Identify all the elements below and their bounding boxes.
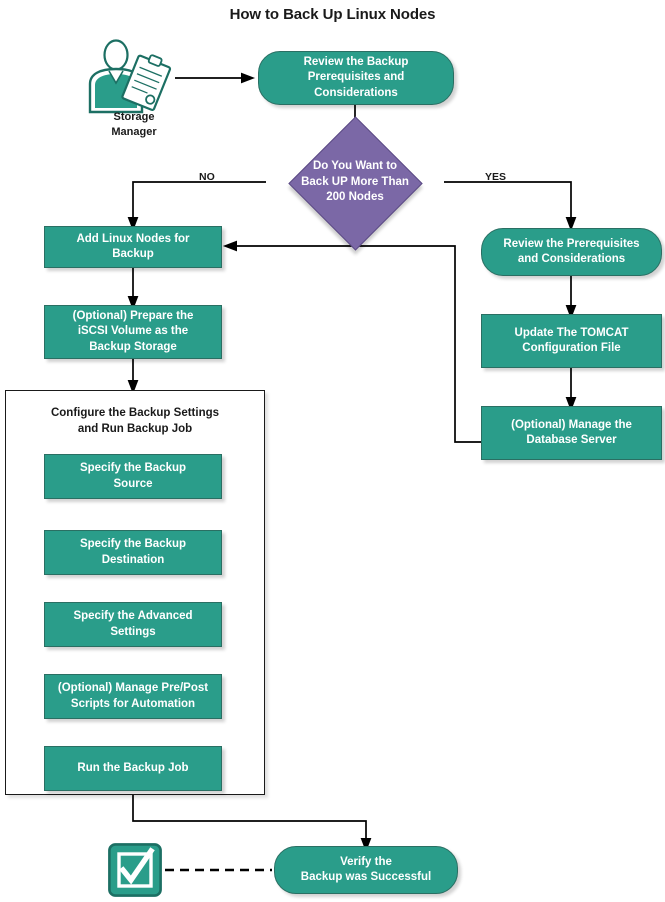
node-line2: Database Server bbox=[526, 434, 617, 446]
node-manage-pre-post-scripts[interactable]: (Optional) Manage Pre/Post Scripts for A… bbox=[44, 674, 222, 719]
checkbox-checked-icon bbox=[108, 843, 162, 897]
storage-manager-actor: Storage Manager bbox=[82, 38, 186, 138]
node-line1: Update The TOMCAT bbox=[514, 326, 629, 339]
node-line1: Review the Backup bbox=[303, 56, 409, 69]
node-line1: Run the Backup Job bbox=[77, 761, 189, 774]
node-line1: Specify the Advanced bbox=[73, 610, 193, 623]
node-line1: (Optional) Manage the bbox=[511, 418, 632, 431]
node-line1: (Optional) Prepare the bbox=[72, 310, 194, 323]
node-specify-backup-source[interactable]: Specify the Backup Source bbox=[44, 454, 222, 499]
edge-database-back-to-addnodes bbox=[222, 240, 481, 443]
group-label: Configure the Backup Settings and Run Ba… bbox=[5, 406, 265, 437]
node-line1: Specify the Backup bbox=[79, 538, 187, 551]
node-specify-backup-destination[interactable]: Specify the Backup Destination bbox=[44, 530, 222, 575]
decision-label: Do You Want to Back UP More Than 200 Nod… bbox=[270, 140, 440, 225]
decision-line3: 200 Nodes bbox=[326, 191, 384, 204]
node-line2: Destination bbox=[101, 553, 165, 566]
node-verify-backup-successful[interactable]: Verify the Backup was Successful bbox=[274, 846, 458, 894]
decision-line2: Back UP More Than bbox=[301, 175, 409, 188]
node-line1: Review the Prerequisites bbox=[503, 237, 640, 250]
node-manage-database-server[interactable]: (Optional) Manage the Database Server bbox=[481, 406, 662, 460]
storage-manager-person-icon bbox=[88, 39, 172, 114]
edge-label-yes: YES bbox=[485, 171, 507, 183]
node-run-the-backup-job[interactable]: Run the Backup Job bbox=[44, 746, 222, 791]
edge-label-no: NO bbox=[199, 171, 215, 183]
group-label-line1: Configure the Backup Settings bbox=[50, 407, 220, 419]
decision-line1: Do You Want to bbox=[312, 160, 398, 173]
decision-node-backup-more-than-200[interactable]: Do You Want to Back UP More Than 200 Nod… bbox=[288, 116, 423, 251]
node-line2: Settings bbox=[110, 625, 156, 638]
node-specify-advanced-settings[interactable]: Specify the Advanced Settings bbox=[44, 602, 222, 647]
flowchart-canvas: How to Back Up Linux Nodes Storage Manag… bbox=[0, 0, 665, 900]
edge-group-to-verify bbox=[132, 791, 372, 853]
node-line1: Add Linux Nodes for bbox=[76, 232, 190, 245]
actor-caption-line1: Storage bbox=[113, 111, 155, 123]
node-prepare-iscsi-volume[interactable]: (Optional) Prepare the iSCSI Volume as t… bbox=[44, 305, 222, 359]
node-line3: Backup Storage bbox=[89, 340, 177, 353]
node-line2: Source bbox=[113, 477, 153, 490]
group-configure-backup-settings bbox=[5, 390, 265, 795]
verify-success-icon-wrap bbox=[108, 843, 162, 897]
node-line2: and Considerations bbox=[517, 253, 626, 265]
node-line2: Prerequisites and bbox=[307, 71, 405, 84]
node-line2: Configuration File bbox=[522, 342, 621, 354]
node-line2: iSCSI Volume as the bbox=[77, 325, 189, 338]
edge-decision-no bbox=[127, 181, 266, 232]
node-line1: (Optional) Manage Pre/Post bbox=[57, 682, 209, 695]
actor-caption-line2: Manager bbox=[111, 125, 157, 138]
group-label-line2: and Run Backup Job bbox=[77, 422, 193, 435]
edge-decision-yes bbox=[444, 181, 577, 232]
node-line1: Specify the Backup bbox=[79, 462, 187, 475]
node-review-backup-prerequisites[interactable]: Review the Backup Prerequisites and Cons… bbox=[258, 51, 454, 105]
node-line2: Backup was Successful bbox=[300, 871, 432, 883]
node-line2: Backup bbox=[112, 248, 154, 260]
node-line3: Considerations bbox=[314, 86, 398, 99]
node-add-linux-nodes-for-backup[interactable]: Add Linux Nodes for Backup bbox=[44, 226, 222, 268]
node-review-prerequisites-considerations[interactable]: Review the Prerequisites and Considerati… bbox=[481, 228, 662, 276]
node-update-tomcat-configuration-file[interactable]: Update The TOMCAT Configuration File bbox=[481, 314, 662, 368]
node-line1: Verify the bbox=[340, 855, 392, 868]
node-line2: Scripts for Automation bbox=[70, 697, 196, 710]
